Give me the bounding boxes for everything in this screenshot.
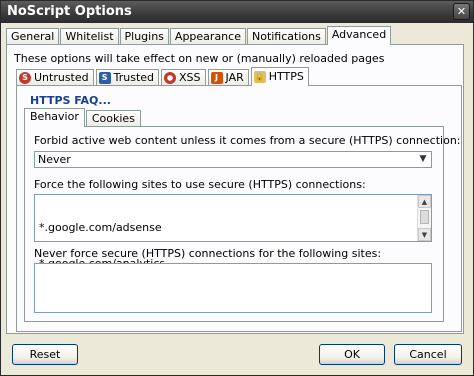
- https-tabs: Behavior Cookies: [24, 108, 142, 127]
- never-force-sites-textarea[interactable]: [34, 263, 432, 313]
- tab-whitelist[interactable]: Whitelist: [60, 28, 119, 45]
- tab-advanced[interactable]: Advanced: [326, 26, 392, 45]
- tab-general[interactable]: General: [6, 28, 60, 45]
- tab-notifications[interactable]: Notifications: [246, 28, 326, 45]
- forbid-select-value: Never: [38, 153, 71, 166]
- title-bar: NoScript Options ✕: [1, 1, 473, 23]
- subtab-label: HTTPS: [268, 70, 304, 83]
- tab-plugins[interactable]: Plugins: [119, 28, 169, 45]
- window-title: NoScript Options: [7, 4, 132, 19]
- main-tabs: General Whitelist Plugins Appearance Not…: [6, 26, 392, 45]
- tab-behavior[interactable]: Behavior: [24, 108, 85, 127]
- xss-icon: [164, 72, 177, 84]
- subtab-label: Trusted: [113, 71, 155, 84]
- advanced-subtabs: S Untrusted S Trusted XSS J JAR 🔒 HTTPS: [16, 67, 311, 86]
- jar-icon: J: [210, 72, 223, 84]
- chevron-down-icon[interactable]: ▼: [415, 152, 431, 167]
- subtab-untrusted[interactable]: S Untrusted: [16, 69, 94, 86]
- ok-button[interactable]: OK: [319, 344, 385, 365]
- tab-cookies[interactable]: Cookies: [85, 110, 141, 127]
- scroll-thumb[interactable]: [420, 210, 429, 224]
- subtab-xss[interactable]: XSS: [161, 69, 206, 86]
- force-site-item: *.google.com/adsense: [39, 221, 162, 234]
- subtab-trusted[interactable]: S Trusted: [95, 69, 160, 86]
- forbid-label: Forbid active web content unless it come…: [34, 134, 461, 147]
- untrusted-icon: S: [19, 72, 31, 84]
- advanced-description: These options will take effect on new or…: [14, 52, 385, 65]
- cancel-button[interactable]: Cancel: [394, 344, 462, 365]
- https-icon: 🔒: [253, 71, 266, 83]
- reset-button[interactable]: Reset: [12, 344, 78, 365]
- subtab-label: JAR: [225, 71, 244, 84]
- never-force-label: Never force secure (HTTPS) connections f…: [34, 247, 382, 260]
- force-sites-textarea[interactable]: *.google.com/adsense *.google.com/analyt…: [34, 194, 432, 270]
- forbid-select[interactable]: Never ▼: [34, 151, 432, 168]
- trusted-icon: S: [98, 72, 111, 84]
- https-faq-link[interactable]: HTTPS FAQ...: [30, 94, 111, 107]
- subtab-jar[interactable]: J JAR: [207, 69, 249, 86]
- subtab-label: XSS: [179, 71, 201, 84]
- subtab-label: Untrusted: [34, 71, 89, 84]
- tab-appearance[interactable]: Appearance: [169, 28, 246, 45]
- scroll-down-icon[interactable]: ▼: [418, 228, 431, 241]
- force-sites-scrollbar[interactable]: ▲ ▼: [417, 195, 431, 241]
- force-label: Force the following sites to use secure …: [34, 178, 366, 191]
- subtab-https[interactable]: 🔒 HTTPS: [250, 67, 309, 86]
- scroll-up-icon[interactable]: ▲: [418, 195, 431, 208]
- close-icon[interactable]: ✕: [453, 3, 470, 20]
